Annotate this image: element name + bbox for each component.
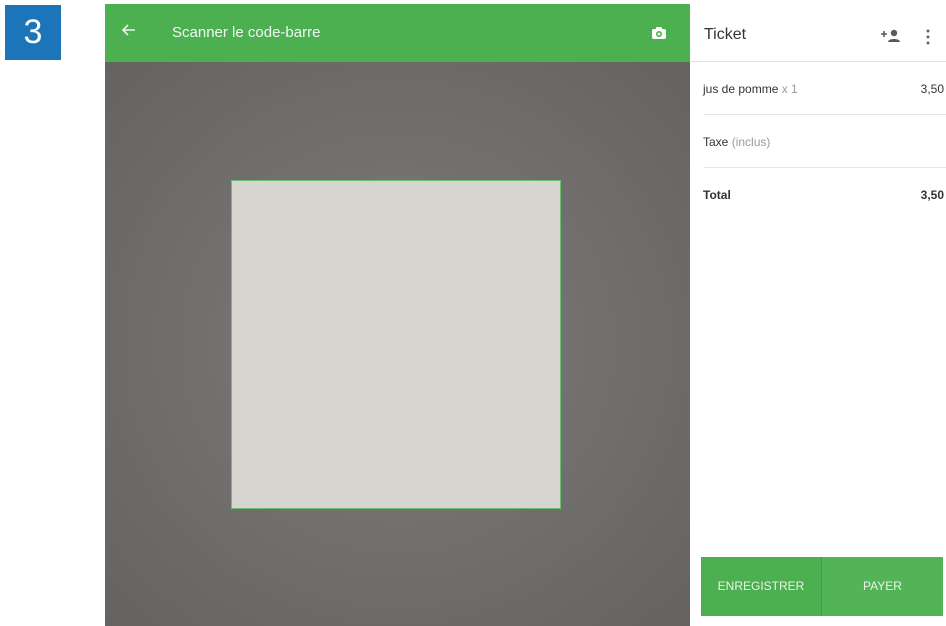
ticket-line-item[interactable]: jus de pomme x 1 3,50 [690,62,946,115]
tax-label: Taxe [703,135,729,149]
scanner-title: Scanner le code-barre [172,24,321,41]
back-arrow-glyph [121,24,135,36]
tax-note: (inclus) [731,135,771,149]
camera-glyph [652,27,666,39]
total-amount: 3,50 [920,188,944,202]
scanner-toolbar: Scanner le code-barre [105,4,690,62]
camera-switch-icon[interactable] [650,24,668,42]
ticket-title: Ticket [704,26,747,43]
ticket-header: Ticket [690,4,946,62]
more-vertical-icon[interactable] [923,28,933,46]
barcode-scan-area [231,180,561,509]
save-button[interactable]: ENREGISTRER [701,557,822,616]
more-glyph [926,29,930,45]
tax-label-cell: Taxe (inclus) [703,135,770,149]
scanner-panel: Scanner le code-barre [105,4,690,626]
item-quantity: x 1 [781,82,798,96]
back-arrow-icon[interactable] [121,20,145,44]
tax-row: Taxe (inclus) [690,115,946,168]
item-amount: 3,50 [920,82,944,96]
pay-button[interactable]: PAYER [822,557,943,616]
item-name-cell: jus de pomme x 1 [703,82,798,96]
add-customer-icon[interactable] [880,27,902,45]
total-row: Total 3,50 [690,168,946,221]
ticket-actions: ENREGISTRER PAYER [701,557,943,616]
step-number-badge: 3 [5,5,61,60]
add-customer-glyph [881,29,900,42]
ticket-panel: Ticket jus de pomme x 1 3,50 Taxe (inclu… [690,4,946,626]
pos-screen: Scanner le code-barre Ticket jus de pomm… [105,4,946,626]
total-label: Total [703,188,731,202]
camera-viewfinder [105,62,690,626]
item-name: jus de pomme [703,82,779,96]
